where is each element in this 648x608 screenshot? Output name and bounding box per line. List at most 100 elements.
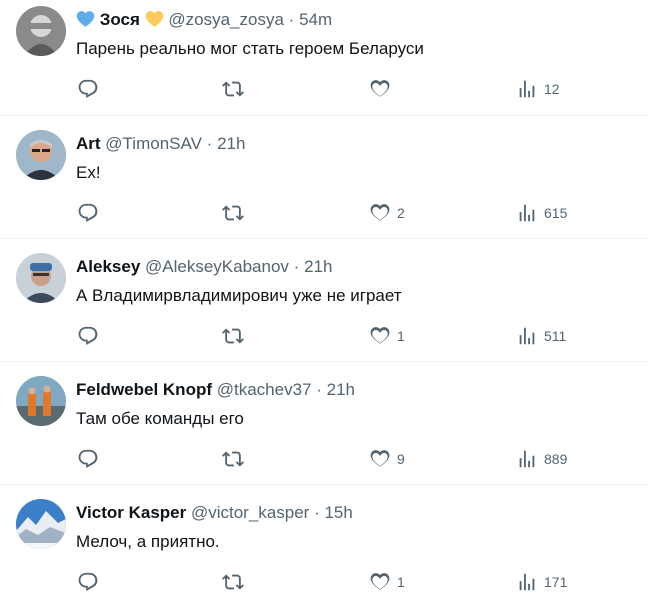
tweet[interactable]: Зося @zosya_zosya · 54m Парень реально м… <box>0 0 648 116</box>
tweet[interactable]: Aleksey @AlekseyKabanov · 21h А Владимир… <box>0 239 648 362</box>
tweet-text: А Владимирвладимирович уже не играет <box>76 286 402 305</box>
action-bar: 12 <box>0 78 648 100</box>
display-name[interactable]: Aleksey <box>76 257 140 276</box>
handle[interactable]: @victor_kasper <box>191 503 309 522</box>
views-button[interactable]: 889 <box>516 448 567 470</box>
timestamp[interactable]: 54m <box>299 10 332 29</box>
timestamp[interactable]: 21h <box>304 257 332 276</box>
action-bar: 1 511 <box>0 325 648 347</box>
retweet-button[interactable] <box>222 78 244 100</box>
tweet-header: Aleksey @AlekseyKabanov · 21h <box>76 257 332 277</box>
view-count: 171 <box>544 574 568 590</box>
retweet-button[interactable] <box>222 571 244 593</box>
avatar-image <box>16 253 66 303</box>
avatar[interactable] <box>16 376 66 426</box>
reply-icon <box>77 78 99 100</box>
retweet-icon <box>222 448 244 470</box>
like-count: 1 <box>397 574 405 590</box>
action-bar: 9 889 <box>0 448 648 470</box>
retweet-icon <box>222 571 244 593</box>
yellow-heart-icon <box>145 10 164 33</box>
blue-heart-icon <box>76 10 95 33</box>
like-icon <box>369 571 391 593</box>
tweet-header: Feldwebel Knopf @tkachev37 · 21h <box>76 380 355 400</box>
timestamp[interactable]: 15h <box>324 503 352 522</box>
avatar-image <box>16 376 66 426</box>
reply-feed: Зося @zosya_zosya · 54m Парень реально м… <box>0 0 648 608</box>
views-icon <box>516 448 538 470</box>
like-count: 1 <box>397 328 405 344</box>
separator-dot: · <box>288 10 295 29</box>
view-count: 12 <box>544 81 560 97</box>
tweet[interactable]: Feldwebel Knopf @tkachev37 · 21h Там обе… <box>0 362 648 485</box>
separator-dot: · <box>206 134 213 153</box>
handle[interactable]: @AlekseyKabanov <box>145 257 289 276</box>
retweet-button[interactable] <box>222 448 244 470</box>
timestamp[interactable]: 21h <box>217 134 245 153</box>
tweet[interactable]: Art @TimonSAV · 21h Ех! 2 615 <box>0 116 648 239</box>
tweet-text: Парень реально мог стать героем Беларуси <box>76 39 424 58</box>
like-icon <box>369 78 391 100</box>
avatar-image <box>16 499 66 549</box>
reply-button[interactable] <box>77 448 99 470</box>
tweet-text: Мелоч, а приятно. <box>76 532 220 551</box>
separator-dot: · <box>293 257 300 276</box>
like-button[interactable]: 1 <box>369 325 405 347</box>
views-icon <box>516 78 538 100</box>
views-icon <box>516 202 538 224</box>
tweet-header: Art @TimonSAV · 21h <box>76 134 245 154</box>
handle[interactable]: @TimonSAV <box>105 134 202 153</box>
like-icon <box>369 202 391 224</box>
like-count: 9 <box>397 451 405 467</box>
reply-icon <box>77 571 99 593</box>
reply-icon <box>77 325 99 347</box>
reply-button[interactable] <box>77 202 99 224</box>
reply-button[interactable] <box>77 325 99 347</box>
display-name[interactable]: Feldwebel Knopf <box>76 380 212 399</box>
avatar[interactable] <box>16 253 66 303</box>
timestamp[interactable]: 21h <box>327 380 355 399</box>
view-count: 511 <box>544 328 567 344</box>
like-button[interactable]: 9 <box>369 448 405 470</box>
tweet-header: Victor Kasper @victor_kasper · 15h <box>76 503 353 523</box>
tweet-header: Зося @zosya_zosya · 54m <box>76 10 332 33</box>
action-bar: 2 615 <box>0 202 648 224</box>
handle[interactable]: @tkachev37 <box>217 380 312 399</box>
action-bar: 1 171 <box>0 571 648 593</box>
like-icon <box>369 448 391 470</box>
retweet-icon <box>222 325 244 347</box>
display-name[interactable]: Victor Kasper <box>76 503 186 522</box>
separator-dot: · <box>314 503 320 522</box>
like-button[interactable] <box>369 78 397 100</box>
retweet-icon <box>222 78 244 100</box>
tweet-text: Ех! <box>76 163 101 182</box>
views-button[interactable]: 171 <box>516 571 567 593</box>
retweet-icon <box>222 202 244 224</box>
display-name[interactable]: Art <box>76 134 101 153</box>
handle[interactable]: @zosya_zosya <box>168 10 284 29</box>
avatar[interactable] <box>16 499 66 549</box>
avatar[interactable] <box>16 130 66 180</box>
views-icon <box>516 325 538 347</box>
views-icon <box>516 571 538 593</box>
views-button[interactable]: 615 <box>516 202 567 224</box>
reply-icon <box>77 448 99 470</box>
view-count: 889 <box>544 451 568 467</box>
retweet-button[interactable] <box>222 202 244 224</box>
avatar[interactable] <box>16 6 66 56</box>
tweet-text: Там обе команды его <box>76 409 244 428</box>
views-button[interactable]: 511 <box>516 325 566 347</box>
display-name[interactable]: Зося <box>100 10 140 29</box>
reply-button[interactable] <box>77 78 99 100</box>
avatar-image <box>16 6 66 56</box>
retweet-button[interactable] <box>222 325 244 347</box>
reply-button[interactable] <box>77 571 99 593</box>
like-count: 2 <box>397 205 405 221</box>
like-icon <box>369 325 391 347</box>
tweet[interactable]: Victor Kasper @victor_kasper · 15h Мелоч… <box>0 485 648 608</box>
separator-dot: · <box>316 380 322 399</box>
like-button[interactable]: 2 <box>369 202 405 224</box>
like-button[interactable]: 1 <box>369 571 405 593</box>
avatar-image <box>16 130 66 180</box>
views-button[interactable]: 12 <box>516 78 560 100</box>
